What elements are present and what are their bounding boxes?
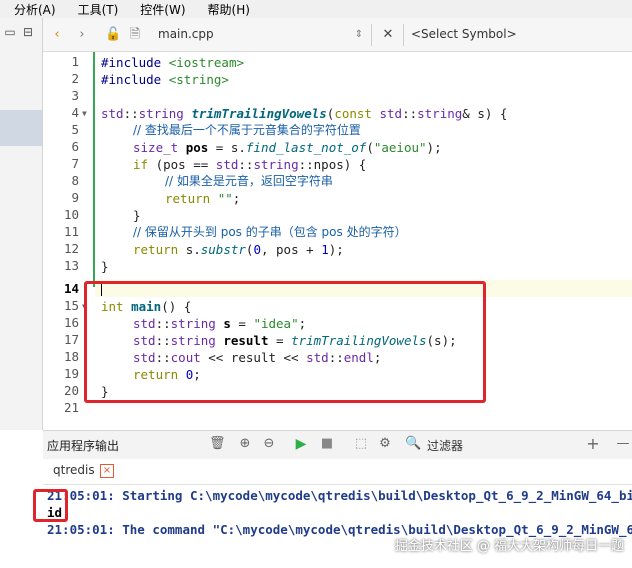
menu-bar: 分析(A) 工具(T) 控件(W) 帮助(H) bbox=[0, 0, 632, 18]
attach-icon[interactable]: ⬚ bbox=[353, 436, 369, 452]
zoom-out-icon[interactable]: ⊖ bbox=[261, 436, 277, 452]
line-number: 10 bbox=[63, 207, 79, 222]
highlight-box-output bbox=[33, 489, 68, 522]
search-icon[interactable]: 🔍 bbox=[405, 436, 421, 452]
expand-icon[interactable]: ⊟ bbox=[20, 24, 36, 40]
menu-analyze[interactable]: 分析(A) bbox=[14, 1, 56, 18]
code-line: } bbox=[101, 259, 109, 274]
code-line: } bbox=[133, 208, 141, 223]
line-number: 8 bbox=[71, 173, 79, 188]
line-number: 12 bbox=[63, 241, 79, 256]
line-number: 15 bbox=[63, 298, 79, 313]
output-pane-title: 应用程序输出 bbox=[47, 439, 120, 453]
output-tab-bar: qtredis × bbox=[43, 459, 632, 485]
clear-icon[interactable]: 🗑 bbox=[209, 436, 226, 452]
back-icon[interactable]: ‹ bbox=[49, 26, 65, 44]
toolbar-divider bbox=[403, 24, 404, 46]
code-line: return s.substr(0, pos + 1); bbox=[133, 242, 344, 257]
add-icon[interactable]: + bbox=[585, 436, 601, 452]
line-number: 16 bbox=[63, 315, 79, 330]
left-sidebar: ▭ ⊟ bbox=[0, 18, 43, 430]
lock-icon[interactable]: 🔓 bbox=[105, 26, 121, 44]
line-number: 19 bbox=[63, 366, 79, 381]
forward-icon[interactable]: › bbox=[75, 26, 89, 44]
split-icon[interactable]: ▭ bbox=[2, 24, 18, 40]
output-line: 21:05:01: Starting C:\mycode\mycode\qtre… bbox=[47, 488, 632, 503]
modified-lines-bar bbox=[93, 52, 95, 287]
symbol-select[interactable]: <Select Symbol> bbox=[411, 27, 517, 41]
output-tab-qtredis[interactable]: qtredis bbox=[53, 463, 95, 477]
menu-help[interactable]: 帮助(H) bbox=[208, 1, 250, 18]
code-line: if (pos == std::string::npos) { bbox=[133, 157, 367, 172]
line-number: 2 bbox=[71, 71, 79, 86]
menu-tools[interactable]: 工具(T) bbox=[78, 1, 119, 18]
run-icon[interactable]: ▶ bbox=[293, 436, 309, 452]
line-number: 6 bbox=[71, 139, 79, 154]
line-number: 17 bbox=[63, 332, 79, 347]
line-number: 5 bbox=[71, 122, 79, 137]
code-line: std::string trimTrailingVowels(const std… bbox=[101, 106, 508, 121]
line-number: 20 bbox=[63, 383, 79, 398]
code-line: #include <iostream> bbox=[101, 55, 244, 70]
output-pane-header: 应用程序输出 🗑 ⊕ ⊖ ▶ ■ ⬚ ⚙ 🔍 过滤器 + — bbox=[43, 430, 632, 460]
line-number-gutter: 1 2 3 4 5 6 7 8 9 10 11 12 13 14 15 16 1… bbox=[43, 52, 79, 429]
line-number: 7 bbox=[71, 156, 79, 171]
code-line: #include <string> bbox=[101, 72, 229, 87]
code-line: size_t pos = s.find_last_not_of("aeiou")… bbox=[133, 140, 442, 155]
close-file-icon[interactable]: ✕ bbox=[380, 26, 396, 44]
line-number: 3 bbox=[71, 88, 79, 103]
settings-gear-icon[interactable]: ⚙ bbox=[377, 436, 393, 452]
code-comment: // 保留从开头到 pos 的子串（包含 pos 处的字符） bbox=[133, 225, 407, 239]
file-icon: 🗎 bbox=[129, 27, 141, 42]
toolbar-divider bbox=[371, 24, 372, 46]
line-number: 1 bbox=[71, 54, 79, 69]
line-number: 9 bbox=[71, 190, 79, 205]
menu-controls[interactable]: 控件(W) bbox=[140, 1, 185, 18]
line-number: 13 bbox=[63, 258, 79, 273]
highlight-box-main bbox=[84, 281, 486, 403]
stop-icon[interactable]: ■ bbox=[319, 436, 335, 452]
close-tab-icon[interactable]: × bbox=[100, 464, 114, 478]
code-comment: // 如果全是元音，返回空字符串 bbox=[165, 174, 333, 188]
line-number: 18 bbox=[63, 349, 79, 364]
file-dropdown-icon[interactable]: ⇕ bbox=[353, 26, 365, 44]
fold-arrow-icon[interactable]: ▼ bbox=[82, 110, 90, 118]
zoom-in-icon[interactable]: ⊕ bbox=[237, 436, 253, 452]
editor-toolbar: ‹ › 🔓 🗎 main.cpp ⇕ ✕ <Select Symbol> bbox=[43, 18, 632, 52]
line-number: 11 bbox=[63, 224, 79, 239]
file-name[interactable]: main.cpp bbox=[158, 27, 214, 41]
code-line: return ""; bbox=[165, 191, 241, 206]
sidebar-selected-row[interactable] bbox=[0, 110, 42, 146]
line-number-current: 14 bbox=[63, 281, 79, 296]
minimize-icon[interactable]: — bbox=[615, 436, 631, 452]
watermark: 掘金技术社区 @ 福大大架构师每日一题 bbox=[394, 539, 624, 554]
application-output[interactable]: 21:05:01: Starting C:\mycode\mycode\qtre… bbox=[43, 485, 632, 568]
line-number: 21 bbox=[63, 400, 79, 415]
code-comment: // 查找最后一个不属于元音集合的字符位置 bbox=[133, 123, 361, 137]
line-number: 4 bbox=[71, 105, 79, 120]
filter-input[interactable]: 过滤器 bbox=[427, 437, 463, 454]
